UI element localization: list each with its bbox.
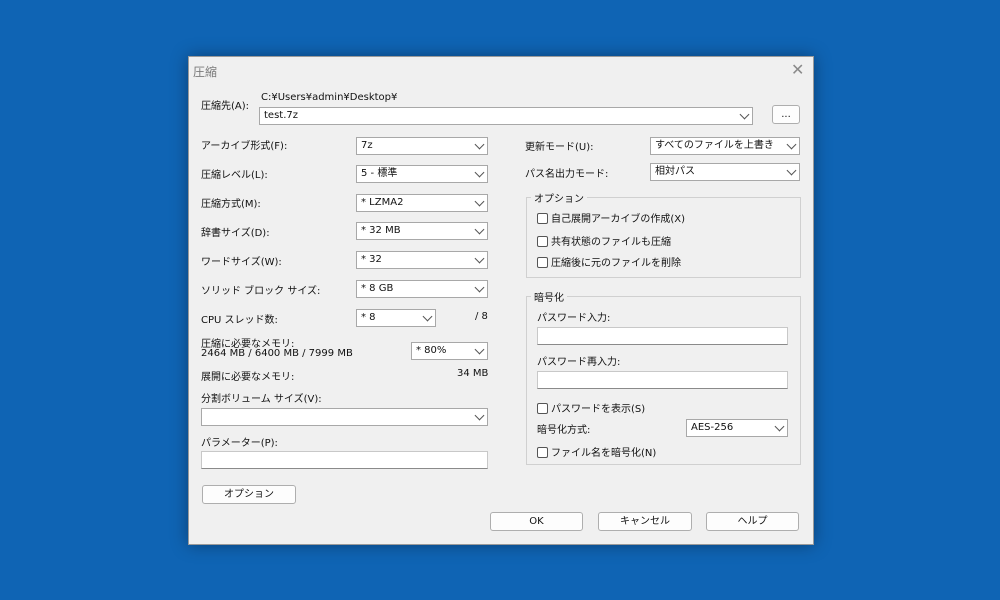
word-label: ワードサイズ(W): <box>201 257 282 268</box>
solid-value: * 8 GB <box>361 283 394 294</box>
level-select[interactable]: 5 - 標準 <box>356 165 488 183</box>
ok-button[interactable]: OK <box>490 512 583 531</box>
split-select[interactable] <box>201 408 488 426</box>
params-input[interactable] <box>201 451 488 469</box>
chevron-down-icon <box>786 138 797 154</box>
archive-filename: test.7z <box>264 110 298 121</box>
password-label: パスワード入力: <box>537 313 611 324</box>
path-mode-select[interactable]: 相対パス <box>650 163 800 181</box>
encrypt-names-checkbox[interactable]: ファイル名を暗号化(N) <box>537 444 656 459</box>
chevron-down-icon <box>774 420 785 436</box>
level-value: 5 - 標準 <box>361 168 398 179</box>
chevron-down-icon <box>474 138 485 154</box>
format-select[interactable]: 7z <box>356 137 488 155</box>
chevron-down-icon <box>786 164 797 180</box>
word-select[interactable]: * 32 <box>356 251 488 269</box>
checkbox-icon <box>537 213 548 224</box>
chevron-down-icon <box>474 343 485 359</box>
chevron-down-icon <box>474 409 485 425</box>
split-label: 分割ボリューム サイズ(V): <box>201 394 322 405</box>
chevron-down-icon <box>739 108 750 124</box>
cpu-value: * 8 <box>361 312 376 323</box>
method-label: 圧縮方式(M): <box>201 199 261 210</box>
reenter-label: パスワード再入力: <box>537 357 621 368</box>
solid-select[interactable]: * 8 GB <box>356 280 488 298</box>
chevron-down-icon <box>422 310 433 326</box>
delete-after-checkbox[interactable]: 圧縮後に元のファイルを削除 <box>537 254 681 269</box>
browse-button[interactable]: ... <box>772 105 800 124</box>
show-password-checkbox[interactable]: パスワードを表示(S) <box>537 400 645 415</box>
encryption-method-label: 暗号化方式: <box>537 425 591 436</box>
mem-usage-value: * 80% <box>416 345 447 356</box>
archive-filename-combo[interactable]: test.7z <box>259 107 753 125</box>
dict-label: 辞書サイズ(D): <box>201 228 270 239</box>
shared-label: 共有状態のファイルも圧縮 <box>551 237 671 248</box>
method-value: * LZMA2 <box>361 197 404 208</box>
word-value: * 32 <box>361 254 382 265</box>
solid-label: ソリッド ブロック サイズ: <box>201 286 321 297</box>
sfx-checkbox[interactable]: 自己展開アーカイブの作成(X) <box>537 210 685 225</box>
method-select[interactable]: * LZMA2 <box>356 194 488 212</box>
format-value: 7z <box>361 140 373 151</box>
encryption-method-value: AES-256 <box>691 422 734 433</box>
archive-path: C:¥Users¥admin¥Desktop¥ <box>261 92 398 103</box>
cpu-label: CPU スレッド数: <box>201 315 278 326</box>
cpu-select[interactable]: * 8 <box>356 309 436 327</box>
encryption-group-title: 暗号化 <box>531 289 567 304</box>
shared-checkbox[interactable]: 共有状態のファイルも圧縮 <box>537 233 671 248</box>
chevron-down-icon <box>474 223 485 239</box>
chevron-down-icon <box>474 252 485 268</box>
close-icon[interactable]: ✕ <box>791 60 804 79</box>
password-input[interactable] <box>537 327 788 345</box>
dict-value: * 32 MB <box>361 225 401 236</box>
checkbox-icon <box>537 236 548 247</box>
mem-usage-select[interactable]: * 80% <box>411 342 488 360</box>
encryption-method-select[interactable]: AES-256 <box>686 419 788 437</box>
cpu-total: / 8 <box>475 311 488 322</box>
update-mode-select[interactable]: すべてのファイルを上書き <box>650 137 800 155</box>
checkbox-icon <box>537 257 548 268</box>
chevron-down-icon <box>474 281 485 297</box>
compress-dialog: 圧縮 ✕ 圧縮先(A): C:¥Users¥admin¥Desktop¥ tes… <box>188 56 814 545</box>
sfx-label: 自己展開アーカイブの作成(X) <box>551 214 686 225</box>
window-title: 圧縮 <box>193 65 218 79</box>
options-group-title: オプション <box>531 190 587 205</box>
chevron-down-icon <box>474 195 485 211</box>
mem-compress-detail: 2464 MB / 6400 MB / 7999 MB <box>201 348 353 359</box>
params-label: パラメーター(P): <box>201 438 278 449</box>
update-mode-label: 更新モード(U): <box>525 142 594 153</box>
reenter-input[interactable] <box>537 371 788 389</box>
dict-select[interactable]: * 32 MB <box>356 222 488 240</box>
show-password-label: パスワードを表示(S) <box>551 404 646 415</box>
archive-label: 圧縮先(A): <box>201 101 250 112</box>
mem-extract-label: 展開に必要なメモリ: <box>201 372 295 383</box>
path-mode-value: 相対パス <box>655 166 695 177</box>
cancel-button[interactable]: キャンセル <box>598 512 692 531</box>
path-mode-label: パス名出力モード: <box>525 169 609 180</box>
options-button[interactable]: オプション <box>202 485 296 504</box>
help-button[interactable]: ヘルプ <box>706 512 799 531</box>
delete-after-label: 圧縮後に元のファイルを削除 <box>551 258 681 269</box>
format-label: アーカイブ形式(F): <box>201 141 288 152</box>
checkbox-icon <box>537 403 548 414</box>
checkbox-icon <box>537 447 548 458</box>
update-mode-value: すべてのファイルを上書き <box>655 140 774 151</box>
encrypt-names-label: ファイル名を暗号化(N) <box>551 448 657 459</box>
level-label: 圧縮レベル(L): <box>201 170 268 181</box>
chevron-down-icon <box>474 166 485 182</box>
mem-extract-value: 34 MB <box>457 368 489 379</box>
